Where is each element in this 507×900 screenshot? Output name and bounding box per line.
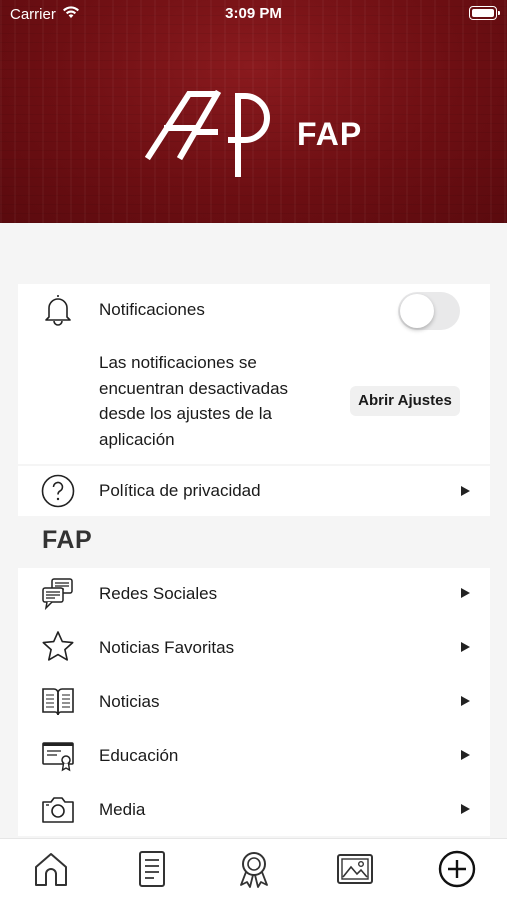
fap-logo-mark — [145, 89, 270, 177]
award-icon[interactable] — [234, 849, 274, 889]
open-book-icon — [42, 688, 74, 716]
notifications-card: Notificaciones Las notificaciones se enc… — [18, 284, 490, 464]
chevron-right-icon — [461, 486, 470, 496]
menu-item-noticias-favoritas[interactable]: Noticias Favoritas — [18, 622, 490, 674]
menu-item-label: Redes Sociales — [99, 584, 218, 603]
menu-item-noticias[interactable]: Noticias — [18, 676, 490, 728]
menu-item-label: Noticias — [99, 692, 160, 711]
notifications-disabled-message: Las notificaciones se encuentran desacti… — [99, 353, 289, 450]
notifications-toggle[interactable] — [398, 292, 460, 330]
add-circle-icon[interactable] — [437, 849, 477, 889]
chevron-right-icon — [461, 696, 470, 706]
status-bar: Carrier 3:09 PM — [0, 0, 507, 30]
menu-item-educacion[interactable]: Educación — [18, 730, 490, 782]
fap-menu-card: Redes Sociales Noticias Favoritas Notici… — [18, 568, 490, 836]
toggle-knob — [400, 294, 434, 328]
clock: 3:09 PM — [225, 5, 282, 22]
open-settings-button[interactable]: Abrir Ajustes — [350, 386, 460, 416]
chat-bubbles-icon — [42, 578, 73, 611]
menu-item-label: Noticias Favoritas — [99, 638, 235, 657]
menu-item-media[interactable]: Media — [18, 784, 490, 836]
camera-icon — [42, 797, 74, 823]
chevron-right-icon — [461, 804, 470, 814]
menu-item-label: Educación — [99, 746, 179, 765]
home-icon[interactable] — [31, 849, 71, 889]
bell-icon — [45, 295, 71, 326]
privacy-policy-label: Política de privacidad — [99, 481, 261, 500]
logo-text: FAP — [297, 116, 363, 152]
menu-item-redes-sociales[interactable]: Redes Sociales — [18, 568, 490, 620]
document-icon[interactable] — [132, 849, 172, 889]
star-icon — [42, 631, 74, 661]
privacy-policy-row[interactable]: Política de privacidad — [18, 466, 490, 516]
image-icon[interactable] — [335, 849, 375, 889]
section-title: FAP — [42, 526, 93, 554]
menu-item-label: Media — [99, 800, 146, 819]
chevron-right-icon — [461, 588, 470, 598]
notifications-label: Notificaciones — [99, 300, 205, 319]
tab-bar — [0, 838, 507, 900]
header-banner: Carrier 3:09 PM FAP — [0, 0, 507, 223]
chevron-right-icon — [461, 642, 470, 652]
chevron-right-icon — [461, 750, 470, 760]
help-circle-icon — [41, 474, 75, 508]
certificate-icon — [42, 742, 74, 772]
battery-icon — [469, 6, 500, 20]
